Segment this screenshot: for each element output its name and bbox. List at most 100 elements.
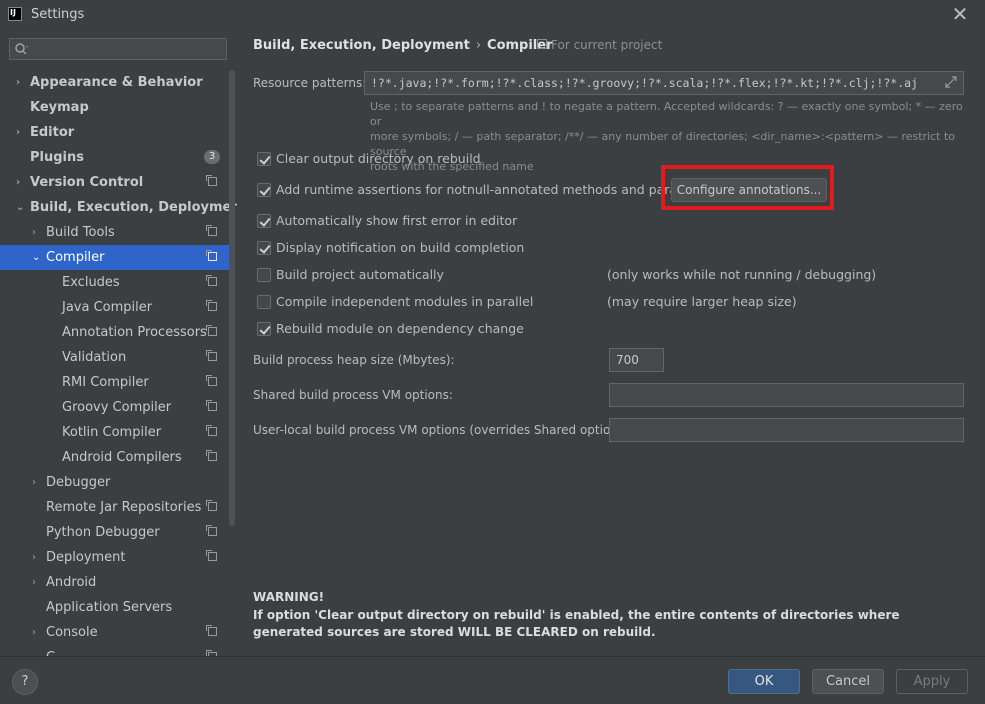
configure-annotations-button[interactable]: Configure annotations...: [671, 178, 827, 202]
sidebar-item-label: Application Servers: [46, 600, 173, 615]
settings-search-box[interactable]: [9, 38, 228, 60]
sidebar-item-application-servers[interactable]: Application Servers: [0, 595, 229, 620]
settings-sidebar: › Appearance & Behavior Keymap › Editor …: [0, 30, 237, 656]
close-icon[interactable]: ✕: [949, 3, 971, 25]
sidebar-item-android-compilers[interactable]: Android Compilers: [0, 445, 229, 470]
intellij-logo-icon: [8, 7, 22, 21]
sidebar-item-label: Console: [46, 625, 98, 640]
sidebar-scrollbar[interactable]: [229, 70, 235, 526]
chevron-right-icon[interactable]: ›: [32, 220, 42, 245]
option-note: (only works while not running / debuggin…: [607, 267, 877, 282]
sidebar-item-kotlin-compiler[interactable]: Kotlin Compiler: [0, 420, 229, 445]
checkbox-unchecked[interactable]: [257, 295, 271, 309]
settings-search-input[interactable]: [34, 40, 228, 60]
sidebar-item-appearance-behavior[interactable]: › Appearance & Behavior: [0, 70, 229, 95]
sidebar-item-python-debugger[interactable]: Python Debugger: [0, 520, 229, 545]
checkbox-checked[interactable]: [257, 214, 271, 228]
sidebar-item-label: Compiler: [46, 250, 105, 265]
project-scope-icon: [206, 325, 217, 336]
resource-patterns-field[interactable]: !?*.java;!?*.form;!?*.class;!?*.groovy;!…: [364, 71, 964, 95]
window-title: Settings: [31, 7, 85, 22]
sidebar-item-annotation-processors[interactable]: Annotation Processors: [0, 320, 229, 345]
sidebar-item-partial[interactable]: C...: [0, 645, 229, 656]
project-scope-icon: [206, 275, 217, 286]
compiler-settings-panel: Build, Execution, Deployment › Compiler Fo…: [237, 30, 985, 656]
project-scope-icon: [206, 400, 217, 411]
sidebar-item-label: Debugger: [46, 475, 111, 490]
sidebar-item-build-tools[interactable]: › Build Tools: [0, 220, 229, 245]
option-label: Display notification on build completion: [276, 240, 525, 255]
user-vm-options-input[interactable]: [609, 418, 964, 442]
heap-size-label: Build process heap size (Mbytes):: [253, 353, 455, 367]
chevron-right-icon[interactable]: ›: [32, 470, 42, 495]
sidebar-item-version-control[interactable]: › Version Control: [0, 170, 229, 195]
sidebar-item-label: Plugins: [30, 150, 84, 165]
sidebar-item-deployment[interactable]: › Deployment: [0, 545, 229, 570]
search-icon: [15, 43, 28, 55]
sidebar-item-java-compiler[interactable]: Java Compiler: [0, 295, 229, 320]
help-button[interactable]: ?: [12, 669, 38, 695]
sidebar-item-groovy-compiler[interactable]: Groovy Compiler: [0, 395, 229, 420]
option-label: Add runtime assertions for notnull-annot…: [276, 182, 722, 197]
shared-vm-options-input[interactable]: [609, 383, 964, 407]
project-scope-icon: [206, 225, 217, 236]
resource-patterns-label: Resource patterns:: [253, 76, 367, 90]
sidebar-item-label: Android Compilers: [62, 450, 182, 465]
sidebar-item-editor[interactable]: › Editor: [0, 120, 229, 145]
ok-button[interactable]: OK: [728, 669, 800, 694]
sidebar-item-build-execution-deployment[interactable]: ⌄ Build, Execution, Deployment: [0, 195, 237, 220]
project-scope-icon: [206, 175, 217, 186]
checkbox-checked[interactable]: [257, 152, 271, 166]
sidebar-item-console[interactable]: › Console: [0, 620, 229, 645]
chevron-right-icon[interactable]: ›: [16, 170, 26, 195]
breadcrumb-separator-icon: ›: [475, 38, 482, 53]
checkbox-checked[interactable]: [257, 241, 271, 255]
project-scope-icon: [206, 250, 217, 261]
sidebar-item-keymap[interactable]: Keymap: [0, 95, 229, 120]
heap-size-input[interactable]: 700: [609, 348, 664, 372]
chevron-down-icon[interactable]: ⌄: [32, 245, 42, 270]
sidebar-item-compiler[interactable]: ⌄ Compiler: [0, 245, 229, 270]
project-scope-icon: [206, 525, 217, 536]
sidebar-item-label: Java Compiler: [62, 300, 153, 315]
user-vm-options-label: User-local build process VM options (ove…: [253, 423, 633, 437]
plugins-update-badge: 3: [204, 150, 220, 164]
chevron-right-icon[interactable]: ›: [32, 545, 42, 570]
chevron-right-icon[interactable]: ›: [32, 620, 42, 645]
chevron-right-icon[interactable]: ›: [16, 70, 26, 95]
breadcrumb: Build, Execution, Deployment › Compiler: [253, 38, 553, 53]
sidebar-item-debugger[interactable]: › Debugger: [0, 470, 229, 495]
checkbox-unchecked[interactable]: [257, 268, 271, 282]
sidebar-item-android[interactable]: › Android: [0, 570, 229, 595]
scope-note-text: For current project: [551, 38, 663, 52]
sidebar-item-plugins[interactable]: Plugins 3: [0, 145, 229, 170]
sidebar-item-label: Validation: [62, 350, 127, 365]
chevron-right-icon[interactable]: ›: [32, 570, 42, 595]
project-scope-icon: [206, 450, 217, 461]
option-label: Clear output directory on rebuild: [276, 151, 481, 166]
scope-note: For current project: [537, 38, 662, 52]
project-scope-icon: [206, 550, 217, 561]
sidebar-item-excludes[interactable]: Excludes: [0, 270, 229, 295]
option-label: Rebuild module on dependency change: [276, 321, 524, 336]
project-scope-icon: [206, 375, 217, 386]
option-label: Build project automatically: [276, 267, 444, 282]
checkbox-checked[interactable]: [257, 322, 271, 336]
sidebar-item-label: Android: [46, 575, 97, 590]
warning-text: If option 'Clear output directory on reb…: [253, 608, 900, 639]
option-note: (may require larger heap size): [607, 294, 797, 309]
chevron-down-icon[interactable]: ⌄: [16, 195, 26, 220]
checkbox-checked[interactable]: [257, 183, 271, 197]
sidebar-item-label: Build Tools: [46, 225, 115, 240]
sidebar-item-validation[interactable]: Validation: [0, 345, 229, 370]
expand-icon[interactable]: [945, 76, 957, 88]
apply-button[interactable]: Apply: [896, 669, 968, 694]
sidebar-item-label: Python Debugger: [46, 525, 160, 540]
cancel-button[interactable]: Cancel: [812, 669, 884, 694]
sidebar-item-rmi-compiler[interactable]: RMI Compiler: [0, 370, 229, 395]
project-scope-icon: [206, 500, 217, 511]
breadcrumb-parent[interactable]: Build, Execution, Deployment: [253, 38, 470, 53]
hint-line: Use ; to separate patterns and ! to nega…: [370, 100, 963, 128]
sidebar-item-remote-jar-repositories[interactable]: Remote Jar Repositories: [0, 495, 229, 520]
chevron-right-icon[interactable]: ›: [16, 120, 26, 145]
